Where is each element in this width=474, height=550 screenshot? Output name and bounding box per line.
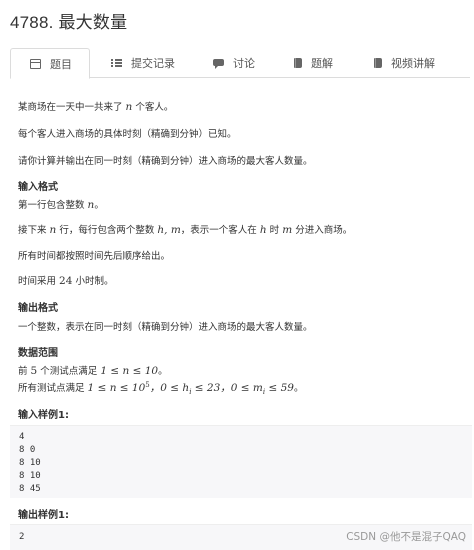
csdn-watermark: CSDN @他不是混子QAQ: [346, 531, 466, 543]
sample-input-line: 8 0: [19, 445, 36, 455]
sample-input-line: 8 10: [19, 458, 41, 468]
data-range-heading: 数据范围: [18, 348, 58, 359]
input-format-line-3: 所有时间都按照时间先后顺序给出。: [18, 251, 171, 262]
statement-line-2: 每个客人进入商场的具体时刻（精确到分钟）已知。: [18, 129, 237, 140]
output-format-heading: 输出格式: [18, 303, 58, 314]
sample-input-line: 8 10: [19, 471, 41, 481]
tab-label: 提交记录: [131, 57, 175, 70]
document-icon: [30, 58, 41, 69]
tab-video-solutions[interactable]: 视频讲解: [374, 48, 435, 78]
comment-icon: [213, 58, 224, 69]
output-format-line-1: 一个整数，表示在同一时刻（精确到分钟）进入商场的最大客人数量。: [18, 322, 313, 333]
data-range-line-1: 前 5 个测试点满足 1 ≤ n ≤ 10。: [18, 365, 168, 377]
data-range-line-2: 所有测试点满足 1 ≤ n ≤ 105，0 ≤ hi ≤ 23，0 ≤ mi ≤…: [18, 380, 304, 396]
tab-submissions[interactable]: 提交记录: [111, 48, 175, 78]
book-icon: [294, 58, 302, 68]
statement-line-1: 某商场在一天中一共来了 n 个客人。: [18, 101, 174, 113]
list-icon: [111, 58, 122, 68]
tab-label: 讨论: [233, 57, 255, 70]
sample-input-block: 4 8 0 8 10 8 10 8 45: [10, 425, 472, 498]
tab-problem[interactable]: 题目: [10, 48, 90, 79]
tab-label: 题解: [311, 57, 333, 70]
statement-line-3: 请你计算并输出在同一时刻（精确到分钟）进入商场的最大客人数量。: [18, 156, 313, 167]
input-format-line-1: 第一行包含整数 n。: [18, 199, 104, 211]
sample-input-line: 4: [19, 432, 25, 442]
sample-input-heading: 输入样例1:: [18, 410, 69, 421]
tab-label: 视频讲解: [391, 57, 435, 70]
tab-discussion[interactable]: 讨论: [213, 48, 255, 78]
tab-solutions[interactable]: 题解: [294, 48, 333, 78]
input-format-line-4: 时间采用 24 小时制。: [18, 275, 114, 287]
sample-output-heading: 输出样例1:: [18, 510, 69, 521]
sample-input-line: 8 45: [19, 484, 41, 494]
tab-bar: 题目 提交记录 讨论 题解 视频讲解: [10, 48, 470, 79]
video-book-icon: [374, 58, 382, 68]
tab-label: 题目: [50, 57, 72, 71]
problem-title: 4788. 最大数量: [10, 13, 128, 32]
input-format-heading: 输入格式: [18, 182, 58, 193]
sample-output-line: 2: [19, 532, 25, 542]
input-format-line-2: 接下来 n 行，每行包含两个整数 h, m，表示一个客人在 h 时 m 分进入商…: [18, 224, 353, 236]
